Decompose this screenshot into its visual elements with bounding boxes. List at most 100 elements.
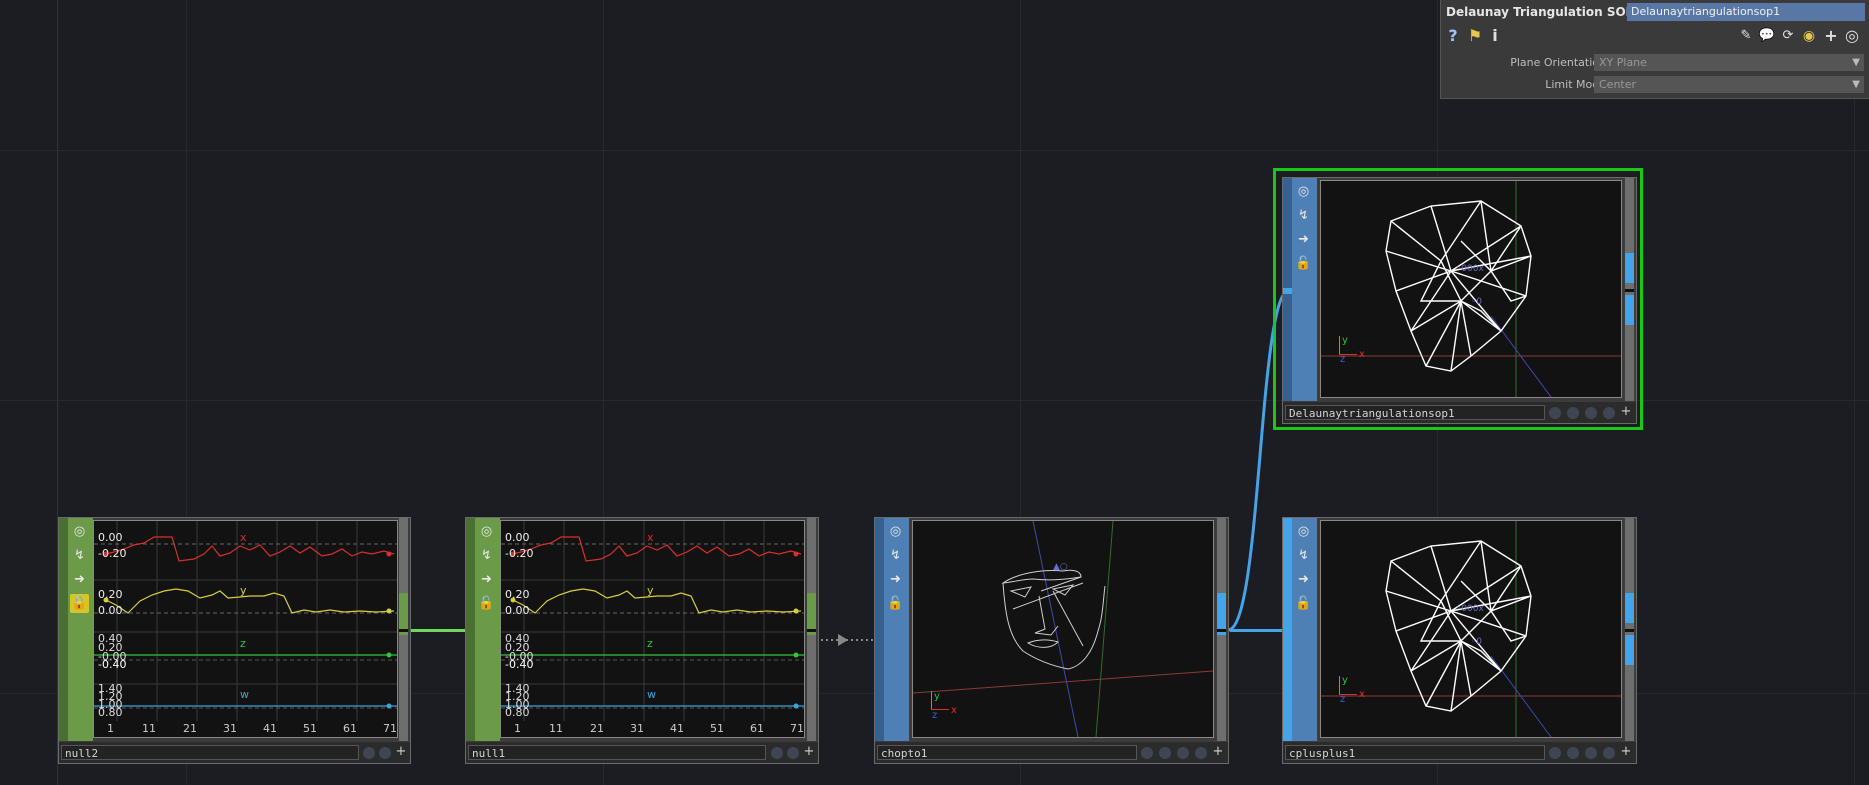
channel-w-label: w (647, 688, 656, 701)
axis-x-label: x (1359, 349, 1365, 360)
flag-graph-icon[interactable]: ↯ (1294, 546, 1313, 565)
lock-icon[interactable]: 🔒 (70, 594, 89, 613)
geometry-viewer[interactable]: ◦000x ◦0 y x z (1320, 180, 1622, 398)
axis-y-label: y (1342, 335, 1348, 346)
viewer-active-icon[interactable]: ◎ (1294, 522, 1313, 541)
viewer-active-icon[interactable]: ◎ (886, 522, 905, 541)
axis-z-label: z (1340, 354, 1346, 365)
add-icon[interactable]: + (394, 744, 408, 760)
node-name-label[interactable]: Delaunaytriangulationsop1 (1285, 405, 1545, 420)
flag-graph-icon[interactable]: ↯ (477, 546, 496, 565)
input-connector[interactable] (1283, 288, 1292, 294)
viewer-toggle-icon[interactable] (1549, 407, 1561, 419)
chop-to-sop-arrow (838, 634, 848, 646)
param-row-plane-orientation: Plane Orientation XY Plane ▼ (1441, 54, 1869, 72)
output-connector-bar[interactable] (399, 518, 408, 741)
display-flag-icon[interactable] (787, 747, 799, 759)
help-icon[interactable]: ? (1443, 26, 1463, 46)
info-icon[interactable]: i (1485, 26, 1505, 46)
limit-mode-dropdown[interactable]: Center ▼ (1594, 76, 1864, 93)
node-name-label[interactable]: cplusplus1 (1285, 745, 1545, 760)
add-icon[interactable]: + (1211, 744, 1225, 760)
node-cplusplus1[interactable]: ◎ ↯ ➜ 🔓 ◦000x ◦0 y x z cplusplus1 + (1282, 517, 1637, 764)
chop-viewer[interactable]: 0.00 -0.20 0.20 0.00 0.40 0.20 -0.00 -0.… (93, 520, 398, 738)
lock-icon[interactable]: 🔓 (1294, 594, 1313, 613)
viewer-toggle-icon[interactable] (1549, 747, 1561, 759)
operator-name-field[interactable]: Delaunaytriangulationsop1 (1627, 3, 1865, 21)
flag-graph-icon[interactable]: ↯ (886, 546, 905, 565)
channel-z-label: z (647, 637, 653, 650)
comment-icon[interactable]: 💬 (1757, 26, 1777, 46)
axis-z-label: z (1340, 694, 1346, 705)
node-name-label[interactable]: null1 (468, 745, 766, 760)
export-arrow-icon[interactable]: ➜ (1294, 230, 1313, 249)
output-connector-bar[interactable] (1217, 518, 1226, 741)
axis-gizmo-y (1339, 336, 1340, 354)
bypass-flag-icon[interactable] (1603, 407, 1615, 419)
x-tick-label: 51 (710, 722, 724, 735)
node-null2[interactable]: ◎ ↯ ➜ 🔒 0.00 -0.20 0.20 0.00 0.40 0.20 -… (58, 517, 411, 764)
flag-graph-icon[interactable]: ↯ (1294, 206, 1313, 225)
triangulated-mesh: ◦000x ◦0 (1321, 181, 1621, 397)
python-help-icon[interactable]: ⚑ (1465, 26, 1485, 46)
viewer-active-icon[interactable]: ◎ (477, 522, 496, 541)
bypass-flag-icon[interactable] (1603, 747, 1615, 759)
display-flag-icon[interactable] (1567, 407, 1579, 419)
edit-pencil-icon[interactable]: ✎ (1736, 26, 1756, 46)
axis-y-label: y (1342, 675, 1348, 686)
lock-icon[interactable]: 🔓 (886, 594, 905, 613)
lock-icon[interactable]: 🔓 (477, 594, 496, 613)
node-sidebar: ◎ ↯ ➜ 🔓 (1283, 518, 1317, 741)
viewer-active-icon[interactable]: ◎ (1294, 182, 1313, 201)
add-icon[interactable]: + (1619, 744, 1633, 760)
axis-x-label: x (1359, 689, 1365, 700)
export-arrow-icon[interactable]: ➜ (886, 570, 905, 589)
plane-orientation-dropdown[interactable]: XY Plane ▼ (1594, 54, 1864, 71)
output-connector-bar[interactable] (1625, 518, 1634, 741)
x-tick-label: 31 (223, 722, 237, 735)
render-flag-icon[interactable] (1585, 407, 1597, 419)
channel-y-label: y (647, 584, 654, 597)
export-arrow-icon[interactable]: ➜ (477, 570, 496, 589)
output-connector-bar[interactable] (807, 518, 816, 741)
bypass-flag-icon[interactable] (1195, 747, 1207, 759)
chop-graph (501, 521, 804, 721)
add-custom-param-icon[interactable]: + (1821, 26, 1841, 46)
python-icon[interactable]: ◉ (1799, 26, 1819, 46)
parameter-panel-header: Delaunay Triangulation SOP Delaunaytrian… (1441, 0, 1869, 24)
export-arrow-icon[interactable]: ➜ (1294, 570, 1313, 589)
node-name-label[interactable]: null2 (61, 745, 359, 760)
lock-icon[interactable]: 🔓 (1294, 254, 1313, 273)
node-footer: Delaunaytriangulationsop1 + (1283, 402, 1636, 423)
viewer-toggle-icon[interactable] (771, 747, 783, 759)
node-name-label[interactable]: chopto1 (877, 745, 1137, 760)
chop-viewer[interactable]: 0.00 -0.20 0.20 0.00 0.40 0.20 -0.00 -0.… (500, 520, 805, 738)
output-connector-bar[interactable] (1625, 178, 1634, 401)
flag-graph-icon[interactable]: ↯ (70, 546, 89, 565)
geometry-viewer[interactable]: ▲○ y x z (912, 520, 1214, 738)
node-footer: chopto1 + (875, 742, 1228, 763)
viewer-active-icon[interactable]: ◎ (70, 522, 89, 541)
add-icon[interactable]: + (1619, 404, 1633, 420)
export-arrow-icon[interactable]: ➜ (70, 570, 89, 589)
node-chopto1[interactable]: ◎ ↯ ➜ 🔓 ▲○ y x z chopto1 + (874, 517, 1229, 764)
display-flag-icon[interactable] (1567, 747, 1579, 759)
axis-y-label: y (934, 691, 940, 702)
display-flag-icon[interactable] (379, 747, 391, 759)
node-null1[interactable]: ◎ ↯ ➜ 🔓 0.00 -0.20 0.20 0.00 0.40 0.20 -… (465, 517, 819, 764)
dropdown-value: Center (1599, 78, 1637, 91)
compare-icon[interactable]: ⟳ (1778, 26, 1798, 46)
node-footer: null2 + (59, 742, 410, 763)
display-flag-icon[interactable] (1159, 747, 1171, 759)
render-flag-icon[interactable] (1585, 747, 1597, 759)
node-delaunaytriangulationsop1[interactable]: ◎ ↯ ➜ 🔓 ◦000x ◦0 y x z Delaunaytriangula… (1282, 177, 1637, 424)
viewer-toggle-icon[interactable] (1141, 747, 1153, 759)
svg-text:◦0: ◦0 (1471, 637, 1482, 647)
settings-target-icon[interactable]: ◎ (1842, 26, 1862, 46)
y-tick-label: -0.40 (505, 658, 534, 671)
chop-graph (94, 521, 397, 721)
add-icon[interactable]: + (802, 744, 816, 760)
viewer-toggle-icon[interactable] (363, 747, 375, 759)
geometry-viewer[interactable]: ◦000x ◦0 y x z (1320, 520, 1622, 738)
render-flag-icon[interactable] (1177, 747, 1189, 759)
